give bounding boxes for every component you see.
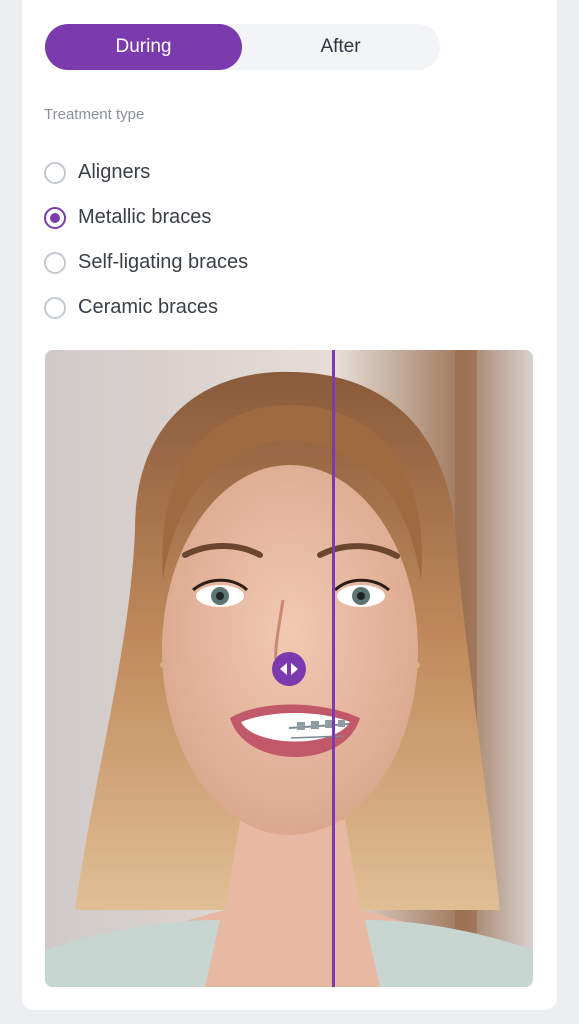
radio-button[interactable] — [44, 251, 66, 274]
radio-option-self-ligating-braces[interactable]: Self-ligating braces — [44, 240, 248, 285]
during-after-toggle: During After — [45, 24, 440, 70]
treatment-type-label: Treatment type — [44, 106, 145, 123]
treatment-radio-group: Aligners Metallic braces Self-ligating b… — [44, 150, 248, 330]
radio-button-selected[interactable] — [44, 206, 66, 229]
radio-option-aligners[interactable]: Aligners — [44, 150, 248, 195]
radio-button[interactable] — [44, 161, 66, 184]
left-right-arrows-icon — [280, 663, 298, 675]
comparison-slider-handle[interactable] — [272, 652, 306, 686]
radio-button[interactable] — [44, 296, 66, 319]
radio-label: Metallic braces — [78, 206, 212, 228]
radio-label: Ceramic braces — [78, 296, 219, 318]
radio-option-metallic-braces[interactable]: Metallic braces — [44, 195, 248, 240]
radio-option-ceramic-braces[interactable]: Ceramic braces — [44, 285, 248, 330]
comparison-divider[interactable] — [332, 350, 335, 987]
radio-label: Aligners — [78, 161, 151, 183]
toggle-after-button[interactable]: After — [242, 24, 439, 70]
toggle-during-button[interactable]: During — [45, 24, 242, 70]
radio-label: Self-ligating braces — [78, 251, 249, 273]
